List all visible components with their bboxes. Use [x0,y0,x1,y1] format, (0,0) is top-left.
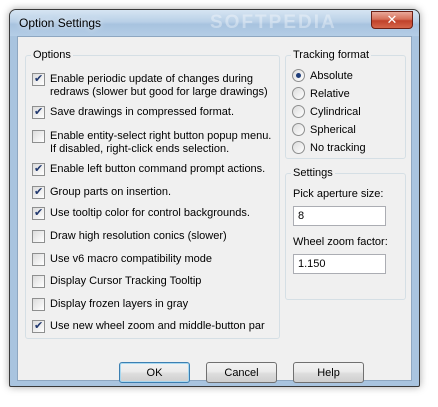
option-save-compressed[interactable]: Save drawings in compressed format. [32,105,277,119]
radio-spherical-button[interactable] [292,123,305,136]
ok-button[interactable]: OK [119,362,190,383]
radio-absolute[interactable]: Absolute [292,69,353,82]
radio-relative-label: Relative [310,87,350,100]
softpedia-watermark: SOFTPEDIA [210,12,337,33]
option-entity-select-popup-checkbox[interactable] [32,130,45,143]
option-high-res-conics-checkbox[interactable] [32,230,45,243]
radio-spherical[interactable]: Spherical [292,123,356,136]
close-icon: ✕ [386,12,398,27]
option-periodic-update-label: Enable periodic update of changes during… [50,73,268,98]
option-periodic-update[interactable]: Enable periodic update of changes during… [32,72,277,99]
title-bar[interactable]: Option Settings SOFTPEDIA ✕ [10,10,419,36]
option-tooltip-color-label: Use tooltip color for control background… [50,207,250,219]
option-entity-select-popup[interactable]: Enable entity-select right button popup … [32,130,277,156]
radio-no-tracking-button[interactable] [292,141,305,154]
option-wheel-zoom-label: Use new wheel zoom and middle-button par [50,320,265,332]
tracking-format-group: Tracking format Absolute Relative Cylind… [285,49,406,159]
option-cursor-tooltip-label: Display Cursor Tracking Tooltip [50,275,202,287]
option-high-res-conics-label: Draw high resolution conics (slower) [50,230,227,242]
settings-group: Settings Pick aperture size: Wheel zoom … [285,167,406,300]
radio-no-tracking-label: No tracking [310,141,366,154]
option-high-res-conics[interactable]: Draw high resolution conics (slower) [32,230,277,243]
help-button[interactable]: Help [293,362,364,383]
radio-relative-button[interactable] [292,87,305,100]
radio-relative[interactable]: Relative [292,87,350,100]
option-group-parts-checkbox[interactable] [32,185,45,199]
option-wheel-zoom-checkbox[interactable] [32,319,45,333]
cancel-button[interactable]: Cancel [206,362,277,383]
radio-absolute-button[interactable] [292,69,305,82]
radio-absolute-label: Absolute [310,69,353,82]
option-frozen-layers[interactable]: Display frozen layers in gray [32,298,277,311]
option-left-button-prompt-label: Enable left button command prompt action… [50,163,266,175]
tracking-format-legend: Tracking format [293,49,370,61]
radio-spherical-label: Spherical [310,123,356,136]
options-group: Options Enable periodic update of change… [25,49,280,339]
wheel-zoom-factor-label: Wheel zoom factor: [293,236,388,248]
options-legend: Options [33,49,71,61]
option-frozen-layers-label: Display frozen layers in gray [50,298,189,310]
option-save-compressed-checkbox[interactable] [32,105,45,119]
radio-no-tracking[interactable]: No tracking [292,141,366,154]
dialog-client-area: Options Enable periodic update of change… [17,36,412,383]
option-tooltip-color[interactable]: Use tooltip color for control background… [32,206,277,220]
option-settings-window: Option Settings SOFTPEDIA ✕ Options Enab… [9,9,420,387]
option-v6-macro-checkbox[interactable] [32,253,45,266]
option-wheel-zoom[interactable]: Use new wheel zoom and middle-button par [32,319,277,333]
option-group-parts-label: Group parts on insertion. [50,186,172,198]
option-cursor-tooltip[interactable]: Display Cursor Tracking Tooltip [32,275,277,288]
option-v6-macro[interactable]: Use v6 macro compatibility mode [32,253,277,266]
option-periodic-update-checkbox[interactable] [32,72,45,86]
option-entity-select-popup-label: Enable entity-select right button popup … [50,130,272,155]
option-group-parts[interactable]: Group parts on insertion. [32,185,277,199]
radio-cylindrical[interactable]: Cylindrical [292,105,361,118]
radio-cylindrical-button[interactable] [292,105,305,118]
pick-aperture-input[interactable] [293,206,386,226]
close-button[interactable]: ✕ [371,11,413,29]
option-left-button-prompt[interactable]: Enable left button command prompt action… [32,162,277,176]
pick-aperture-label: Pick aperture size: [293,188,384,200]
radio-cylindrical-label: Cylindrical [310,105,361,118]
option-v6-macro-label: Use v6 macro compatibility mode [50,253,213,265]
option-tooltip-color-checkbox[interactable] [32,206,45,220]
settings-legend: Settings [293,167,333,179]
window-title: Option Settings [19,16,102,30]
wheel-zoom-factor-input[interactable] [293,254,386,274]
option-cursor-tooltip-checkbox[interactable] [32,275,45,288]
option-left-button-prompt-checkbox[interactable] [32,162,45,176]
option-frozen-layers-checkbox[interactable] [32,298,45,311]
option-save-compressed-label: Save drawings in compressed format. [50,106,235,118]
